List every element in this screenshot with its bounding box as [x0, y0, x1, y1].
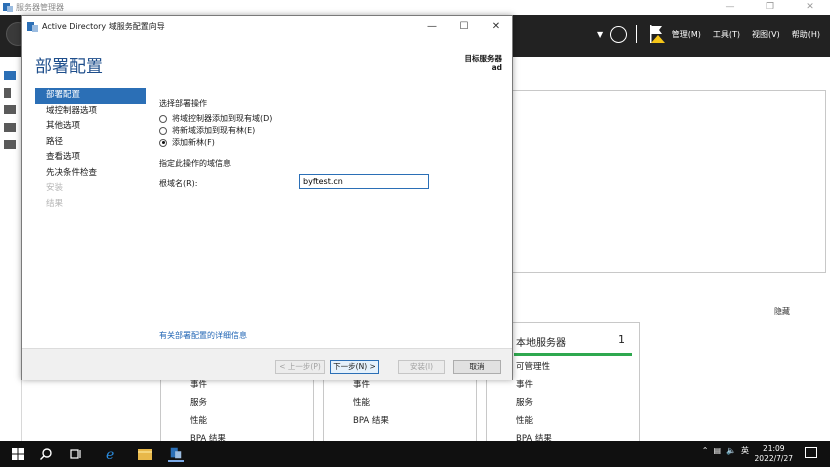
select-operation-label: 选择部署操作	[159, 99, 207, 108]
ad-ds-icon[interactable]	[4, 123, 16, 132]
wizard-footer: < 上一步(P) 下一步(N) > 安装(I) 取消	[22, 348, 512, 380]
notification-flag-icon[interactable]	[648, 24, 666, 44]
local-server-icon[interactable]	[4, 88, 11, 98]
tile-item[interactable]: 性能	[353, 396, 370, 408]
server-manager-taskbar-icon[interactable]	[168, 446, 184, 462]
server-manager-icon	[3, 3, 13, 12]
internet-explorer-icon[interactable]: e	[103, 446, 119, 462]
wizard-title: Active Directory 域服务配置向导	[42, 22, 165, 31]
tile-item[interactable]: 性能	[190, 414, 207, 426]
option-add-domain-existing-forest[interactable]: 将新域添加到现有林(E)	[159, 125, 255, 136]
network-icon[interactable]: ▤	[713, 446, 721, 455]
status-bar	[514, 353, 632, 356]
nav-item-paths[interactable]: 路径	[35, 135, 146, 151]
hide-link[interactable]: 隐藏	[774, 306, 790, 317]
restore-icon[interactable]: ❐	[750, 0, 790, 15]
wizard-header: 部署配置 目标服务器 ad	[22, 38, 512, 88]
clock-date: 2022/7/27	[754, 454, 793, 463]
dashboard-icon[interactable]	[4, 71, 16, 80]
clock[interactable]: 21:09 2022/7/27	[755, 444, 793, 464]
all-servers-icon[interactable]	[4, 105, 16, 114]
close-icon[interactable]: ✕	[480, 16, 512, 38]
option-add-new-forest[interactable]: 添加新林(F)	[159, 137, 215, 148]
option-label: 将域控制器添加到现有域(D)	[172, 114, 273, 123]
cancel-button[interactable]: 取消	[453, 360, 501, 374]
windows-start-icon[interactable]	[10, 446, 26, 462]
separator	[636, 25, 637, 43]
server-manager-title: 服务器管理器	[16, 3, 64, 12]
notification-center-icon[interactable]	[805, 447, 817, 458]
nav-item-dc-options[interactable]: 域控制器选项	[35, 104, 146, 120]
menu-manage[interactable]: 管理(M)	[672, 29, 701, 40]
nav-item-prerequisites-check[interactable]: 先决条件检查	[35, 166, 146, 182]
more-info-link[interactable]: 有关部署配置的详细信息	[159, 330, 247, 341]
install-button[interactable]: 安装(I)	[398, 360, 445, 374]
tile-item[interactable]: BPA 结果	[353, 414, 389, 426]
refresh-icon[interactable]	[610, 26, 627, 43]
nav-item-additional-options[interactable]: 其他选项	[35, 119, 146, 135]
radio-button-selected[interactable]	[159, 138, 167, 147]
menu-view[interactable]: 视图(V)	[752, 29, 780, 40]
wizard-main: 选择部署操作 将域控制器添加到现有域(D) 将新域添加到现有林(E) 添加新林(…	[159, 88, 504, 348]
taskbar: e ⌃ ▤ 🔈 英 21:09 2022/7/27	[0, 441, 830, 467]
minimize-icon[interactable]: —	[710, 0, 750, 15]
svg-text:e: e	[106, 447, 114, 462]
server-manager-sidebar	[0, 57, 22, 441]
header-menu: 管理(M) 工具(T) 视图(V) 帮助(H)	[672, 29, 820, 40]
prev-button[interactable]: < 上一步(P)	[275, 360, 325, 374]
chevron-up-icon[interactable]: ⌃	[702, 446, 709, 455]
menu-help[interactable]: 帮助(H)	[792, 29, 820, 40]
server-manager-titlebar: 服务器管理器 — ❐ ✕	[0, 0, 830, 15]
ime-indicator[interactable]: 英	[741, 445, 749, 456]
task-view-icon[interactable]	[68, 446, 84, 462]
clock-time: 21:09	[762, 444, 785, 453]
welcome-panel	[512, 90, 826, 273]
radio-button[interactable]	[159, 114, 167, 123]
option-label: 将新域添加到现有林(E)	[172, 126, 256, 135]
nav-item-deployment-config[interactable]: 部署配置	[35, 88, 146, 104]
tile-title: 本地服务器	[516, 338, 566, 349]
domain-info-label: 指定此操作的域信息	[159, 159, 231, 168]
tile-item[interactable]: 事件	[516, 378, 533, 390]
tile-item[interactable]: 可管理性	[516, 360, 550, 372]
ad-ds-config-wizard: Active Directory 域服务配置向导 — ☐ ✕ 部署配置 目标服务…	[21, 15, 513, 380]
file-services-icon[interactable]	[4, 140, 16, 149]
option-add-dc-existing-domain[interactable]: 将域控制器添加到现有域(D)	[159, 113, 272, 124]
root-domain-input[interactable]	[299, 174, 429, 189]
tile-count: 1	[618, 333, 625, 346]
tile-item[interactable]: 服务	[190, 396, 207, 408]
tile-item[interactable]: 服务	[516, 396, 533, 408]
nav-item-results: 结果	[46, 198, 64, 209]
wizard-app-icon	[27, 22, 38, 32]
wizard-titlebar: Active Directory 域服务配置向导 — ☐ ✕	[22, 16, 512, 38]
option-label: 添加新林(F)	[172, 138, 215, 147]
minimize-icon[interactable]: —	[416, 16, 448, 38]
chevron-down-icon[interactable]: ▼	[597, 30, 603, 39]
file-explorer-icon[interactable]	[137, 446, 153, 462]
target-server-value: ad	[491, 63, 502, 72]
page-title: 部署配置	[35, 57, 103, 77]
nav-item-installation: 安装	[46, 183, 64, 193]
volume-icon[interactable]: 🔈	[726, 446, 736, 455]
next-button[interactable]: 下一步(N) >	[330, 360, 379, 374]
search-icon[interactable]	[38, 446, 54, 462]
tile-item[interactable]: 性能	[516, 414, 533, 426]
maximize-icon[interactable]: ☐	[448, 16, 480, 38]
wizard-nav: 部署配置 域控制器选项 其他选项 路径 查看选项 先决条件检查 安装 结果	[35, 88, 146, 212]
root-domain-label: 根域名(R):	[159, 179, 198, 188]
menu-tools[interactable]: 工具(T)	[713, 29, 740, 40]
radio-button[interactable]	[159, 126, 167, 135]
nav-item-review-options[interactable]: 查看选项	[35, 150, 146, 166]
close-icon[interactable]: ✕	[790, 0, 830, 15]
